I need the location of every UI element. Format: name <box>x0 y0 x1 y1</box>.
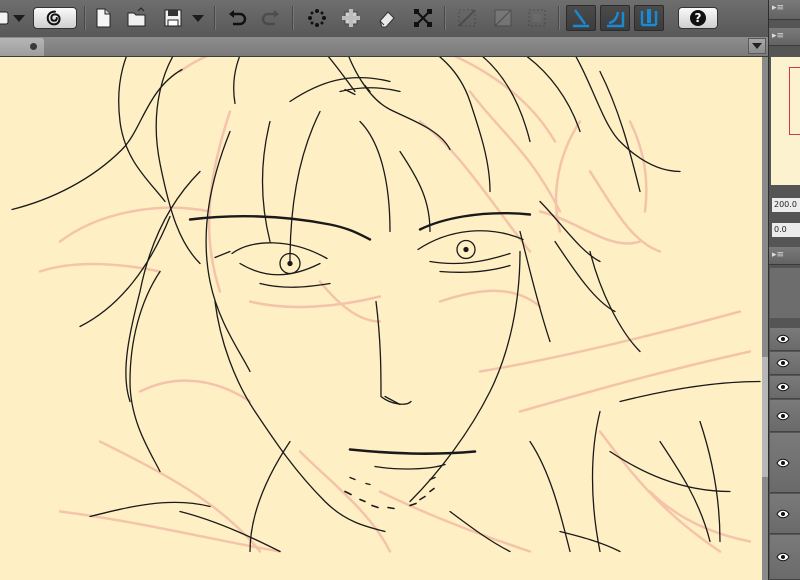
transform-button[interactable] <box>410 5 436 31</box>
layer-row[interactable] <box>770 400 800 432</box>
new-canvas-button[interactable] <box>90 5 116 31</box>
chevron-down-icon <box>13 14 25 22</box>
clear-outside-button[interactable] <box>374 5 400 31</box>
command-bar: ? <box>0 0 768 38</box>
snap-to-special-ruler-icon <box>607 11 625 28</box>
toolbar-divider <box>444 6 446 30</box>
drawing-canvas[interactable] <box>0 57 762 580</box>
undo-button[interactable] <box>224 5 250 31</box>
eye-icon[interactable] <box>776 334 790 344</box>
eye-icon[interactable] <box>776 382 790 392</box>
clip-menu-dropdown[interactable] <box>9 5 29 31</box>
transform-icon <box>414 9 432 27</box>
new-canvas-icon <box>96 8 111 28</box>
toolbar-divider <box>558 6 560 30</box>
panel-header[interactable]: ▸≡ <box>769 0 800 20</box>
deselect-icon <box>528 9 546 27</box>
canvas-tab[interactable] <box>0 38 44 56</box>
hide-selection-button[interactable] <box>454 5 480 31</box>
layer-row[interactable] <box>770 433 800 493</box>
chevron-down-icon <box>752 43 762 49</box>
collapse-icon[interactable]: ▸≡ <box>772 31 784 41</box>
clear-outside-icon <box>379 11 395 28</box>
toolbar-divider <box>84 6 86 30</box>
layer-row[interactable] <box>770 328 800 351</box>
navigator-panel-header[interactable]: ▸≡ <box>769 28 800 46</box>
close-tab-icon[interactable] <box>30 43 37 50</box>
zoom-field[interactable]: 200.0 <box>772 198 800 212</box>
snap-to-special-ruler-toggle[interactable] <box>600 5 630 31</box>
layer-panel-header[interactable]: ▸≡ <box>769 247 800 265</box>
open-button[interactable] <box>124 5 150 31</box>
clear-icon <box>308 9 326 27</box>
eye-icon[interactable] <box>776 552 790 562</box>
save-icon <box>164 9 182 27</box>
fill-icon <box>342 9 360 27</box>
eye-icon[interactable] <box>776 458 790 468</box>
layer-row[interactable] <box>770 376 800 399</box>
redo-icon <box>261 10 279 26</box>
redo-button[interactable] <box>258 5 284 31</box>
save-button[interactable] <box>160 5 186 31</box>
deselect-button[interactable] <box>524 5 550 31</box>
snap-to-ruler-toggle[interactable] <box>566 5 596 31</box>
clip-studio-button[interactable] <box>33 7 77 29</box>
hide-selection-icon <box>458 9 476 27</box>
tab-menu-button[interactable] <box>748 38 766 54</box>
toolbar-divider <box>214 6 216 30</box>
eye-icon[interactable] <box>776 509 790 519</box>
clear-button[interactable] <box>304 5 330 31</box>
snap-to-grid-toggle[interactable] <box>634 5 664 31</box>
navigator-view-frame[interactable] <box>789 67 800 135</box>
layer-row[interactable] <box>770 494 800 534</box>
layer-row[interactable] <box>770 352 800 375</box>
snap-to-ruler-icon <box>573 9 589 28</box>
help-button[interactable]: ? <box>678 7 718 29</box>
canvas-tab-bar <box>0 37 768 57</box>
line-art-drawing <box>11 57 761 553</box>
clip-studio-icon <box>46 10 61 26</box>
snap-to-grid-icon <box>640 9 658 27</box>
select-all-button[interactable] <box>490 5 516 31</box>
select-all-icon <box>494 9 512 27</box>
eye-icon[interactable] <box>776 358 790 368</box>
navigator-preview[interactable] <box>771 57 800 185</box>
save-menu-dropdown[interactable] <box>188 5 208 31</box>
undo-icon <box>229 10 247 26</box>
open-icon <box>127 7 146 27</box>
right-panel-dock: ▸≡ ▸≡ 200.0 0.0 ▸≡ <box>768 0 800 580</box>
collapse-icon[interactable]: ▸≡ <box>772 3 784 13</box>
toolbar-divider <box>292 6 294 30</box>
angle-field[interactable]: 0.0 <box>772 223 800 237</box>
collapse-icon[interactable]: ▸≡ <box>772 250 784 260</box>
layer-panel-toolbar <box>770 268 800 318</box>
fill-button[interactable] <box>338 5 364 31</box>
eye-icon[interactable] <box>776 411 790 421</box>
layer-row[interactable] <box>770 535 800 580</box>
help-icon: ? <box>690 10 706 26</box>
chevron-down-icon <box>192 14 204 22</box>
